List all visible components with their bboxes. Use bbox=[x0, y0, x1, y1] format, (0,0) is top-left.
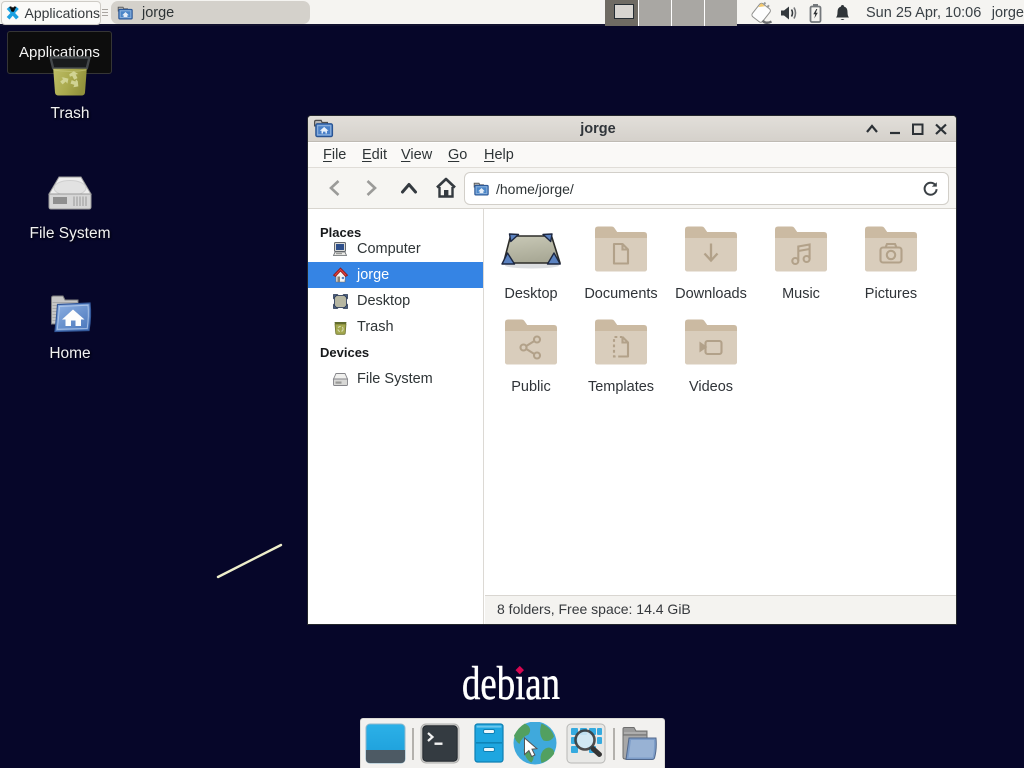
svg-text:debıan: debıan bbox=[462, 657, 560, 705]
